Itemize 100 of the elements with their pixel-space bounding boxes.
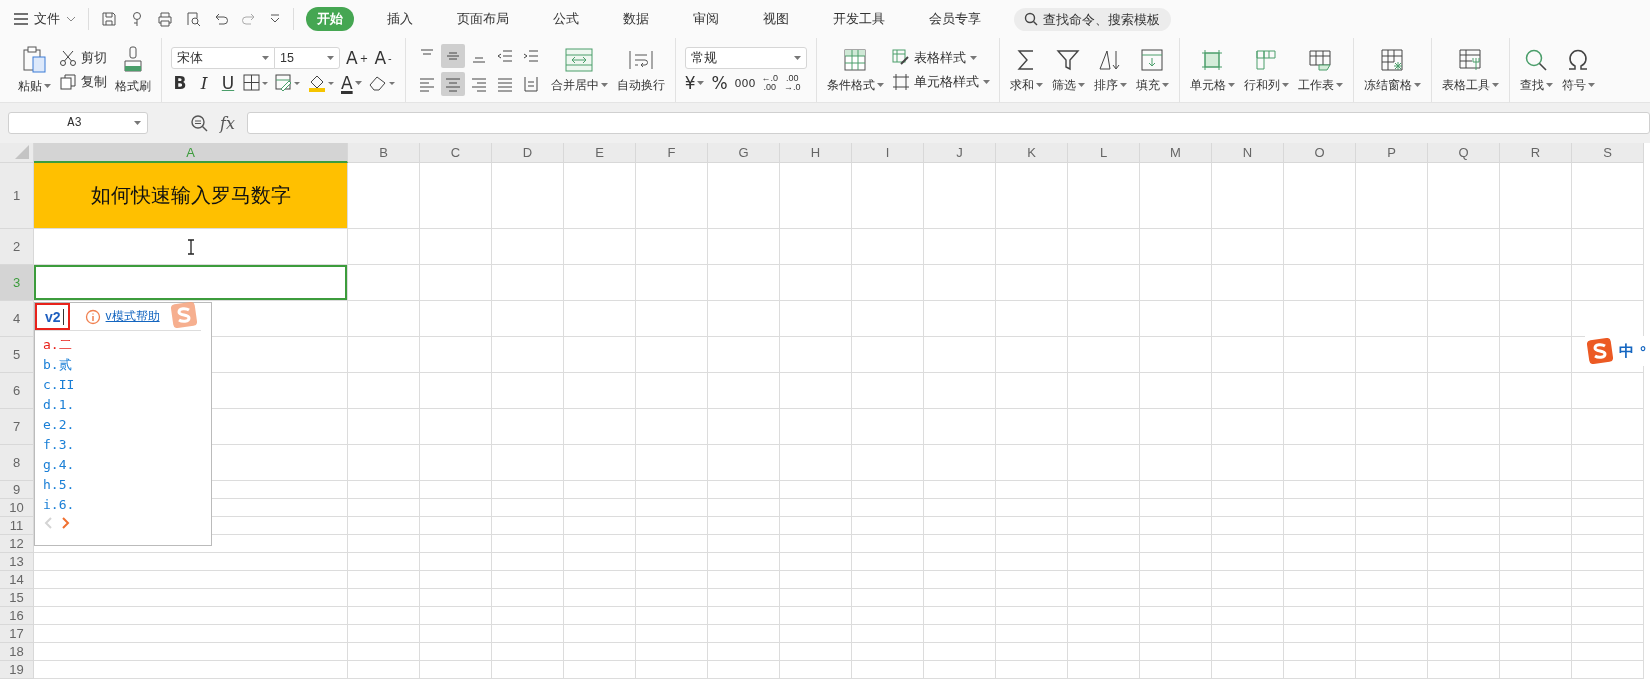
spreadsheet-cell[interactable] [852, 445, 924, 481]
paste-button[interactable]: 粘贴 [17, 43, 52, 97]
spreadsheet-cell[interactable] [1212, 301, 1284, 337]
increase-font-button[interactable]: A$^{+}$ [346, 48, 369, 68]
spreadsheet-cell[interactable] [348, 535, 420, 553]
format-painter-button[interactable]: 格式刷 [114, 43, 152, 97]
spreadsheet-cell[interactable] [1572, 481, 1644, 499]
spreadsheet-cell[interactable] [996, 481, 1068, 499]
spreadsheet-cell[interactable] [1284, 409, 1356, 445]
spreadsheet-cell[interactable] [1500, 589, 1572, 607]
row-header[interactable]: 13 [0, 553, 34, 571]
merge-center-button[interactable]: 合并居中 [549, 44, 609, 96]
spreadsheet-cell[interactable] [1068, 625, 1140, 643]
decrease-font-button[interactable]: A$^{-}$ [374, 48, 393, 68]
spreadsheet-cell[interactable] [708, 373, 780, 409]
spreadsheet-cell[interactable] [420, 265, 492, 301]
spreadsheet-cell[interactable] [492, 625, 564, 643]
spreadsheet-cell[interactable] [924, 337, 996, 373]
formula-input[interactable] [246, 112, 1650, 134]
candidate-item[interactable]: g.4. [43, 455, 211, 475]
spreadsheet-cell[interactable] [780, 301, 852, 337]
spreadsheet-cell[interactable] [1140, 265, 1212, 301]
row-header[interactable]: 10 [0, 499, 34, 517]
spreadsheet-cell[interactable] [348, 409, 420, 445]
spreadsheet-cell[interactable] [348, 445, 420, 481]
spreadsheet-cell[interactable] [1284, 481, 1356, 499]
spreadsheet-cell[interactable] [1356, 517, 1428, 535]
spreadsheet-cell[interactable] [780, 661, 852, 679]
row-header[interactable]: 12 [0, 535, 34, 553]
ribbon-tab[interactable]: 数据 [612, 7, 660, 31]
spreadsheet-cell[interactable] [1356, 571, 1428, 589]
column-header[interactable]: J [924, 143, 996, 163]
ribbon-tab[interactable]: 视图 [752, 7, 800, 31]
spreadsheet-cell[interactable] [420, 589, 492, 607]
spreadsheet-cell[interactable] [1068, 481, 1140, 499]
cell-style-button[interactable]: 单元格样式 [891, 73, 990, 91]
spreadsheet-cell[interactable] [492, 517, 564, 535]
spreadsheet-cell[interactable] [1212, 445, 1284, 481]
spreadsheet-cell[interactable] [780, 445, 852, 481]
spreadsheet-cell[interactable] [564, 499, 636, 517]
spreadsheet-cell[interactable] [1572, 625, 1644, 643]
spreadsheet-cell[interactable] [348, 229, 420, 265]
spreadsheet-cell[interactable] [1356, 625, 1428, 643]
spreadsheet-cell[interactable] [420, 571, 492, 589]
spreadsheet-cell[interactable] [636, 265, 708, 301]
spreadsheet-cell[interactable] [420, 301, 492, 337]
spreadsheet-cell[interactable] [1500, 499, 1572, 517]
spreadsheet-cell[interactable] [1284, 445, 1356, 481]
spreadsheet-cell[interactable] [1500, 607, 1572, 625]
spreadsheet-cell[interactable] [780, 643, 852, 661]
spreadsheet-cell[interactable] [924, 589, 996, 607]
spreadsheet-cell[interactable] [852, 589, 924, 607]
spreadsheet-cell[interactable] [1212, 265, 1284, 301]
spreadsheet-cell[interactable] [780, 163, 852, 229]
spreadsheet-cell[interactable] [492, 229, 564, 265]
spreadsheet-cell[interactable] [996, 535, 1068, 553]
column-header[interactable]: P [1356, 143, 1428, 163]
spreadsheet-cell[interactable] [492, 301, 564, 337]
spreadsheet-cell[interactable] [420, 445, 492, 481]
spreadsheet-cell[interactable] [636, 499, 708, 517]
spreadsheet-cell[interactable] [708, 553, 780, 571]
undo-icon[interactable] [213, 11, 229, 27]
spreadsheet-cell[interactable] [564, 589, 636, 607]
spreadsheet-cell[interactable] [1356, 643, 1428, 661]
spreadsheet-cell[interactable] [1212, 571, 1284, 589]
spreadsheet-cell[interactable] [1572, 571, 1644, 589]
align-middle-icon[interactable] [440, 44, 465, 68]
increase-decimal-button[interactable]: ←.0 .00 [761, 74, 778, 92]
spreadsheet-cell[interactable] [1428, 499, 1500, 517]
spreadsheet-cell[interactable] [636, 373, 708, 409]
font-color-button[interactable]: A [341, 73, 362, 93]
spreadsheet-cell[interactable] [1428, 589, 1500, 607]
candidate-item[interactable]: d.1. [43, 395, 211, 415]
spreadsheet-cell[interactable] [564, 337, 636, 373]
spreadsheet-cell[interactable] [636, 409, 708, 445]
row-header[interactable]: 8 [0, 445, 34, 481]
spreadsheet-cell[interactable] [420, 163, 492, 229]
spreadsheet-cell[interactable] [1356, 553, 1428, 571]
eraser-icon[interactable] [367, 74, 396, 92]
spreadsheet-cell[interactable] [780, 571, 852, 589]
spreadsheet-cell[interactable] [1356, 337, 1428, 373]
candidate-item[interactable]: b.贰 [43, 355, 211, 375]
spreadsheet-cell[interactable] [564, 265, 636, 301]
spreadsheet-cell[interactable] [1068, 163, 1140, 229]
spreadsheet-cell[interactable] [852, 373, 924, 409]
spreadsheet-cell[interactable] [564, 625, 636, 643]
column-header[interactable]: H [780, 143, 852, 163]
spreadsheet-cell[interactable] [1212, 337, 1284, 373]
spreadsheet-cell[interactable] [1068, 535, 1140, 553]
spreadsheet-cell[interactable] [708, 301, 780, 337]
spreadsheet-cell[interactable] [708, 589, 780, 607]
row-header[interactable]: 2 [0, 229, 34, 265]
spreadsheet-cell[interactable] [636, 571, 708, 589]
spreadsheet-cell[interactable] [564, 661, 636, 679]
table-tools-button[interactable]: 表格工具 [1440, 44, 1500, 96]
spreadsheet-cell[interactable] [1284, 571, 1356, 589]
spreadsheet-cell[interactable] [420, 499, 492, 517]
spreadsheet-cell[interactable] [996, 571, 1068, 589]
spreadsheet-cell[interactable] [1140, 535, 1212, 553]
spreadsheet-cell[interactable] [492, 373, 564, 409]
